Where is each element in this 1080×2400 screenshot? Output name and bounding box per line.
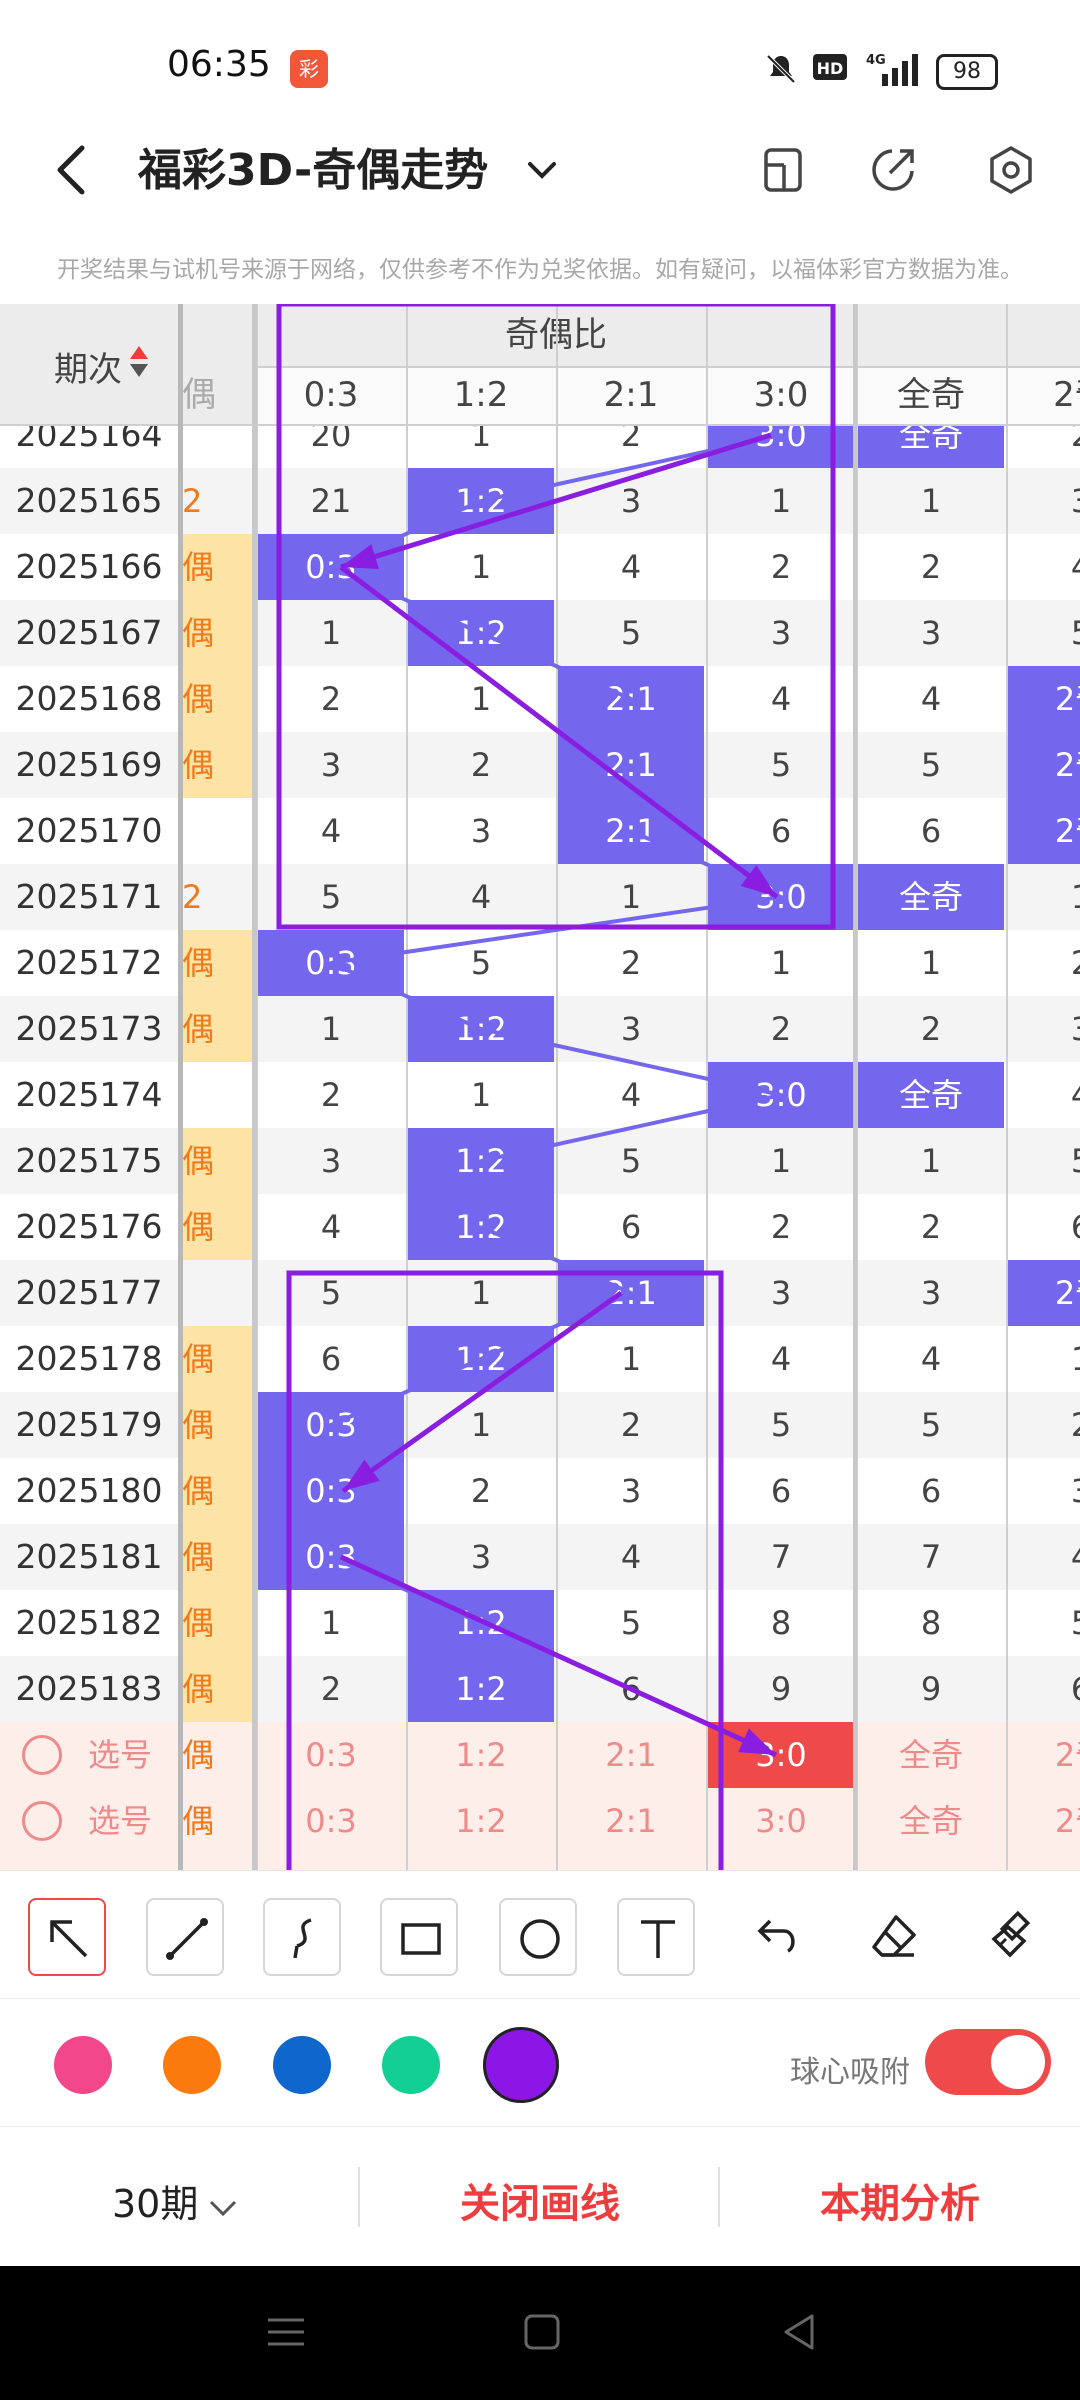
trend-line [330,961,482,1031]
trend-line [480,1027,782,1097]
settings-icon[interactable] [986,145,1036,195]
color-swatch[interactable] [163,2036,221,2094]
drawn-rectangle[interactable] [276,304,836,930]
battery-icon: 98 [936,54,998,90]
trend-line [330,499,482,569]
arrow-tool[interactable] [28,1898,106,1976]
trend-lines-overlay [276,304,836,1870]
trend-line [480,1225,632,1295]
drawn-arrow [340,432,772,570]
signal-icon: 4G [866,52,922,86]
svg-text:HD: HD [817,59,844,78]
line-tool[interactable] [146,1898,224,1976]
disclaimer-text: 开奖结果与试机号来源于网络，仅供参考不作为兑奖依据。如有疑问，以福体彩官方数据为… [57,257,1023,283]
trend-line [480,1093,782,1163]
mute-icon [764,52,798,86]
snap-toggle[interactable] [925,2029,1051,2095]
color-picker: 球心吸附 [0,1998,1080,2127]
status-bar: 06:35 彩 HD 4G 98 [0,0,1080,130]
system-nav-bar [0,2266,1080,2400]
share-icon[interactable] [868,145,918,195]
bottom-action-bar: 30期 关闭画线 本期分析 [0,2126,1080,2267]
circle-tool[interactable] [499,1898,577,1976]
rectangle-tool[interactable] [380,1898,458,1976]
drawing-toolbar [0,1870,1080,1999]
clear-all-icon[interactable] [984,1909,1040,1969]
color-swatch[interactable] [483,2027,559,2103]
color-swatch[interactable] [273,2036,331,2094]
chevron-down-icon [210,2200,237,2216]
toggle-knob [991,2035,1045,2089]
drawn-arrow-head [740,865,777,897]
snap-label: 球心吸附 [790,2055,910,2090]
menu-icon[interactable] [262,2312,310,2356]
undo-icon[interactable] [748,1909,804,1969]
trend-line [330,1357,482,1427]
analysis-button[interactable]: 本期分析 [820,2171,980,2229]
clock: 06:35 [167,44,271,85]
period-selector[interactable]: 30期 [112,2173,240,2228]
divider [358,2167,360,2227]
layout-icon[interactable] [758,145,808,195]
svg-text:4G: 4G [866,53,886,68]
back-nav-icon[interactable] [778,2310,822,2358]
drawn-arrow-head [738,1728,776,1755]
eraser-icon[interactable] [866,1909,922,1969]
hd-icon: HD [812,52,848,86]
drawn-arrow [339,565,779,899]
curve-tool[interactable] [263,1898,341,1976]
back-button[interactable] [52,140,92,200]
home-icon[interactable] [520,2310,564,2358]
drawn-arrow [341,1290,623,1494]
divider [718,2167,720,2227]
drawn-arrow-head [343,1459,380,1491]
text-tool[interactable] [617,1898,695,1976]
app-notification-icon: 彩 [290,50,328,88]
page-title[interactable]: 福彩3D-奇偶走势 [138,140,488,202]
drawn-rectangle[interactable] [286,1270,724,1870]
color-swatch[interactable] [382,2036,440,2094]
drawn-arrow [339,1554,778,1758]
close-drawing-button[interactable]: 关闭画线 [460,2171,620,2229]
trend-table[interactable]: 202516420123:0全奇220251652211:23113202516… [0,304,1080,1870]
chevron-down-icon[interactable] [524,150,560,190]
trend-line [330,895,782,965]
color-swatch[interactable] [54,2036,112,2094]
period-label: 30期 [112,2182,199,2226]
